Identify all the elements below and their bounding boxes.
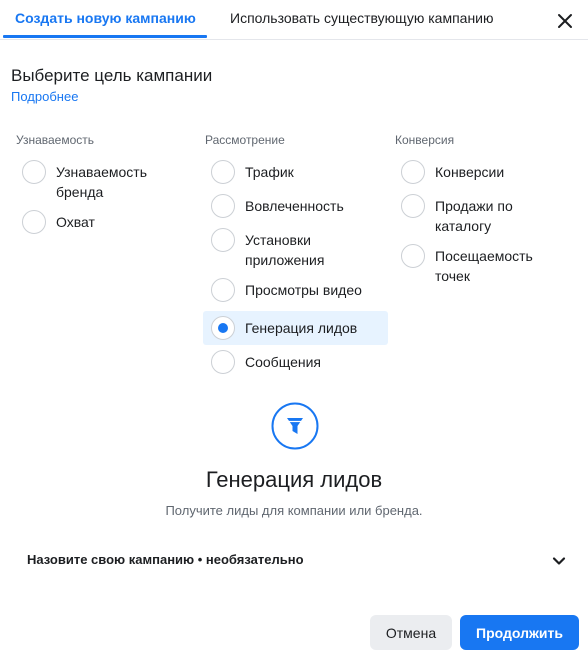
objective-title: Генерация лидов <box>205 467 383 492</box>
objective-label: Охват <box>56 214 95 230</box>
objective-catalog-sales[interactable]: Продажи по каталогу <box>393 193 573 237</box>
radio-button[interactable] <box>401 244 425 268</box>
objective-conversions[interactable]: Конверсии <box>393 159 573 185</box>
objective-engagement[interactable]: Вовлеченность <box>203 193 388 219</box>
active-tab-indicator <box>3 35 207 38</box>
column-title-conversion: Конверсия <box>395 133 455 147</box>
radio-button[interactable] <box>211 278 235 302</box>
radio-button[interactable] <box>401 194 425 218</box>
objective-label: Генерация лидов <box>245 320 358 336</box>
objective-brand-awareness[interactable]: Узнаваемость бренда <box>14 159 194 203</box>
campaign-name-label: Назовите свою кампанию • необязательно <box>27 552 304 567</box>
funnel-icon <box>271 402 319 450</box>
objective-label: Посещаемость точек <box>435 248 533 284</box>
objective-label: Установки приложения <box>245 232 325 268</box>
objective-label: Просмотры видео <box>245 282 362 298</box>
page-title: Выберите цель кампании <box>11 66 213 85</box>
column-consideration: Рассмотрение Трафик Вовлеченность Устано… <box>203 133 388 383</box>
tab-use-existing-campaign[interactable]: Использовать существующую кампанию <box>230 10 494 26</box>
objective-app-installs[interactable]: Установки приложения <box>203 227 388 271</box>
tab-create-new-campaign[interactable]: Создать новую кампанию <box>15 10 196 26</box>
radio-dot <box>218 323 228 333</box>
learn-more-link[interactable]: Подробнее <box>11 89 78 104</box>
objective-label: Трафик <box>245 164 294 180</box>
objective-label: Вовлеченность <box>245 198 344 214</box>
radio-button[interactable] <box>211 228 235 252</box>
objective-label: Конверсии <box>435 164 505 180</box>
chevron-down-icon[interactable] <box>551 553 567 569</box>
column-conversion: Конверсия Конверсии Продажи по каталогу … <box>393 133 573 295</box>
radio-button[interactable] <box>22 210 46 234</box>
cancel-button[interactable]: Отмена <box>370 615 452 650</box>
objective-reach[interactable]: Охват <box>14 209 194 235</box>
column-title-consideration: Рассмотрение <box>205 133 285 147</box>
radio-button[interactable] <box>211 350 235 374</box>
tab-bar: Создать новую кампанию Использовать суще… <box>0 0 588 40</box>
radio-button[interactable] <box>211 160 235 184</box>
radio-button[interactable] <box>401 160 425 184</box>
close-icon <box>558 14 572 28</box>
radio-button-selected[interactable] <box>211 316 235 340</box>
objective-messages[interactable]: Сообщения <box>203 349 388 375</box>
objective-traffic[interactable]: Трафик <box>203 159 388 185</box>
objective-store-traffic[interactable]: Посещаемость точек <box>393 243 573 287</box>
column-title-awareness: Узнаваемость <box>16 133 95 147</box>
objective-lead-generation[interactable]: Генерация лидов <box>203 311 388 345</box>
objective-video-views[interactable]: Просмотры видео <box>203 277 388 303</box>
objective-label: Продажи по каталогу <box>435 198 513 234</box>
objective-label: Сообщения <box>245 354 321 370</box>
close-button[interactable] <box>555 11 575 31</box>
campaign-name-section[interactable]: Назовите свою кампанию • необязательно <box>27 551 567 571</box>
objective-description: Получите лиды для компании или бренда. <box>165 503 423 518</box>
radio-button[interactable] <box>22 160 46 184</box>
column-awareness: Узнаваемость Узнаваемость бренда Охват <box>14 133 194 243</box>
radio-button[interactable] <box>211 194 235 218</box>
continue-button[interactable]: Продолжить <box>460 615 579 650</box>
objective-label: Узнаваемость бренда <box>56 164 148 200</box>
